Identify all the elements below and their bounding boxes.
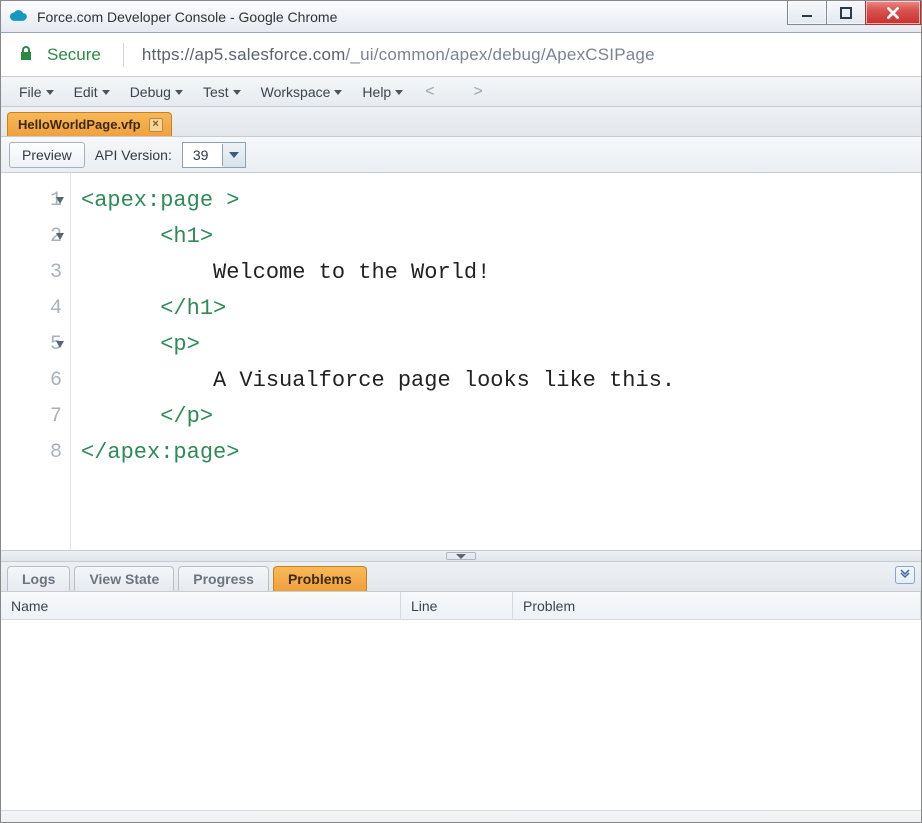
window-titlebar: Force.com Developer Console - Google Chr… — [1, 1, 921, 33]
gutter-line: 5 — [9, 327, 62, 363]
collapse-panel-icon[interactable] — [895, 566, 915, 584]
gutter-line: 8 — [9, 435, 62, 471]
token-tag: </h1> — [160, 296, 226, 321]
editor-toolbar: Preview API Version: 39 — [1, 137, 921, 173]
url-path: /_ui/common/apex/debug/ApexCSIPage — [346, 45, 655, 64]
gutter-line: 1 — [9, 183, 62, 219]
code-editor[interactable]: 12345678 <apex:page > <h1> Welcome to th… — [1, 173, 921, 550]
token-tag: <apex:page > — [81, 188, 239, 213]
menu-label: File — [19, 84, 42, 100]
url-host: https://ap5.salesforce.com — [142, 45, 346, 64]
token-text — [81, 404, 160, 429]
nav-arrows[interactable]: < > — [425, 83, 493, 101]
url-display[interactable]: https://ap5.salesforce.com/_ui/common/ap… — [142, 45, 655, 65]
file-tab-helloworldpage[interactable]: HelloWorldPage.vfp × — [7, 112, 172, 136]
panel-splitter[interactable] — [1, 550, 921, 562]
token-text — [81, 332, 160, 357]
token-text — [81, 224, 160, 249]
close-tab-icon[interactable]: × — [149, 118, 163, 132]
gutter-line: 2 — [9, 219, 62, 255]
menu-test[interactable]: Test — [195, 81, 249, 103]
api-version-value: 39 — [183, 144, 224, 166]
code-line[interactable]: </h1> — [81, 291, 675, 327]
chevron-down-icon — [102, 90, 110, 95]
menu-label: Debug — [130, 84, 171, 100]
preview-button[interactable]: Preview — [9, 142, 85, 168]
menu-label: Help — [362, 84, 391, 100]
gutter-line: 7 — [9, 399, 62, 435]
tab-logs[interactable]: Logs — [7, 566, 70, 591]
chevron-down-icon — [395, 90, 403, 95]
chevron-down-icon — [233, 90, 241, 95]
code-line[interactable]: </apex:page> — [81, 435, 675, 471]
menu-label: Edit — [74, 84, 98, 100]
minimize-button[interactable] — [787, 1, 827, 25]
chevron-down-icon — [334, 90, 342, 95]
fold-toggle-icon[interactable] — [56, 197, 64, 204]
file-tab-strip: HelloWorldPage.vfp × — [1, 107, 921, 137]
editor-gutter: 12345678 — [1, 173, 71, 550]
code-line[interactable]: <h1> — [81, 219, 675, 255]
window-buttons — [788, 1, 921, 32]
address-divider — [123, 43, 124, 67]
column-header-name[interactable]: Name — [1, 592, 401, 619]
file-tab-label: HelloWorldPage.vfp — [18, 117, 141, 132]
code-line[interactable]: <p> — [81, 327, 675, 363]
editor-code[interactable]: <apex:page > <h1> Welcome to the World! … — [71, 173, 685, 550]
maximize-button[interactable] — [826, 1, 866, 25]
code-line[interactable]: </p> — [81, 399, 675, 435]
gutter-line: 3 — [9, 255, 62, 291]
menu-label: Workspace — [261, 84, 331, 100]
gutter-line: 6 — [9, 363, 62, 399]
address-bar: Secure https://ap5.salesforce.com/_ui/co… — [1, 33, 921, 77]
token-text: A Visualforce page looks like this. — [81, 368, 675, 393]
chevron-down-icon[interactable] — [223, 143, 245, 167]
menu-debug[interactable]: Debug — [122, 81, 191, 103]
token-tag: <h1> — [160, 224, 213, 249]
fold-toggle-icon[interactable] — [56, 233, 64, 240]
secure-label: Secure — [47, 45, 101, 65]
window-title: Force.com Developer Console - Google Chr… — [37, 9, 337, 25]
token-text — [81, 296, 160, 321]
column-header-line[interactable]: Line — [401, 592, 513, 619]
lock-icon — [17, 44, 35, 65]
close-button[interactable] — [865, 1, 921, 25]
code-line[interactable]: Welcome to the World! — [81, 255, 675, 291]
menu-workspace[interactable]: Workspace — [253, 81, 351, 103]
splitter-grip-icon[interactable] — [446, 552, 476, 560]
problems-grid-body — [1, 620, 921, 810]
menu-edit[interactable]: Edit — [66, 81, 118, 103]
tab-view-state[interactable]: View State — [74, 566, 174, 591]
code-line[interactable]: A Visualforce page looks like this. — [81, 363, 675, 399]
token-tag: </apex:page> — [81, 440, 239, 465]
token-tag: </p> — [160, 404, 213, 429]
bottom-panel-tabs: LogsView StateProgressProblems — [1, 562, 921, 592]
problems-grid-header: Name Line Problem — [1, 592, 921, 620]
column-header-problem[interactable]: Problem — [513, 592, 921, 619]
api-version-select[interactable]: 39 — [182, 142, 247, 168]
menu-label: Test — [203, 84, 229, 100]
menu-bar: File Edit Debug Test Workspace Help < > — [1, 77, 921, 107]
chevron-down-icon — [46, 90, 54, 95]
gutter-line: 4 — [9, 291, 62, 327]
status-bar — [1, 810, 921, 822]
menu-help[interactable]: Help — [354, 81, 411, 103]
salesforce-cloud-icon — [9, 7, 29, 27]
tab-problems[interactable]: Problems — [273, 566, 367, 591]
menu-file[interactable]: File — [11, 81, 62, 103]
token-text: Welcome to the World! — [81, 260, 490, 285]
code-line[interactable]: <apex:page > — [81, 183, 675, 219]
api-version-label: API Version: — [95, 147, 172, 163]
tab-progress[interactable]: Progress — [178, 566, 269, 591]
token-tag: <p> — [160, 332, 200, 357]
fold-toggle-icon[interactable] — [56, 341, 64, 348]
chevron-down-icon — [175, 90, 183, 95]
